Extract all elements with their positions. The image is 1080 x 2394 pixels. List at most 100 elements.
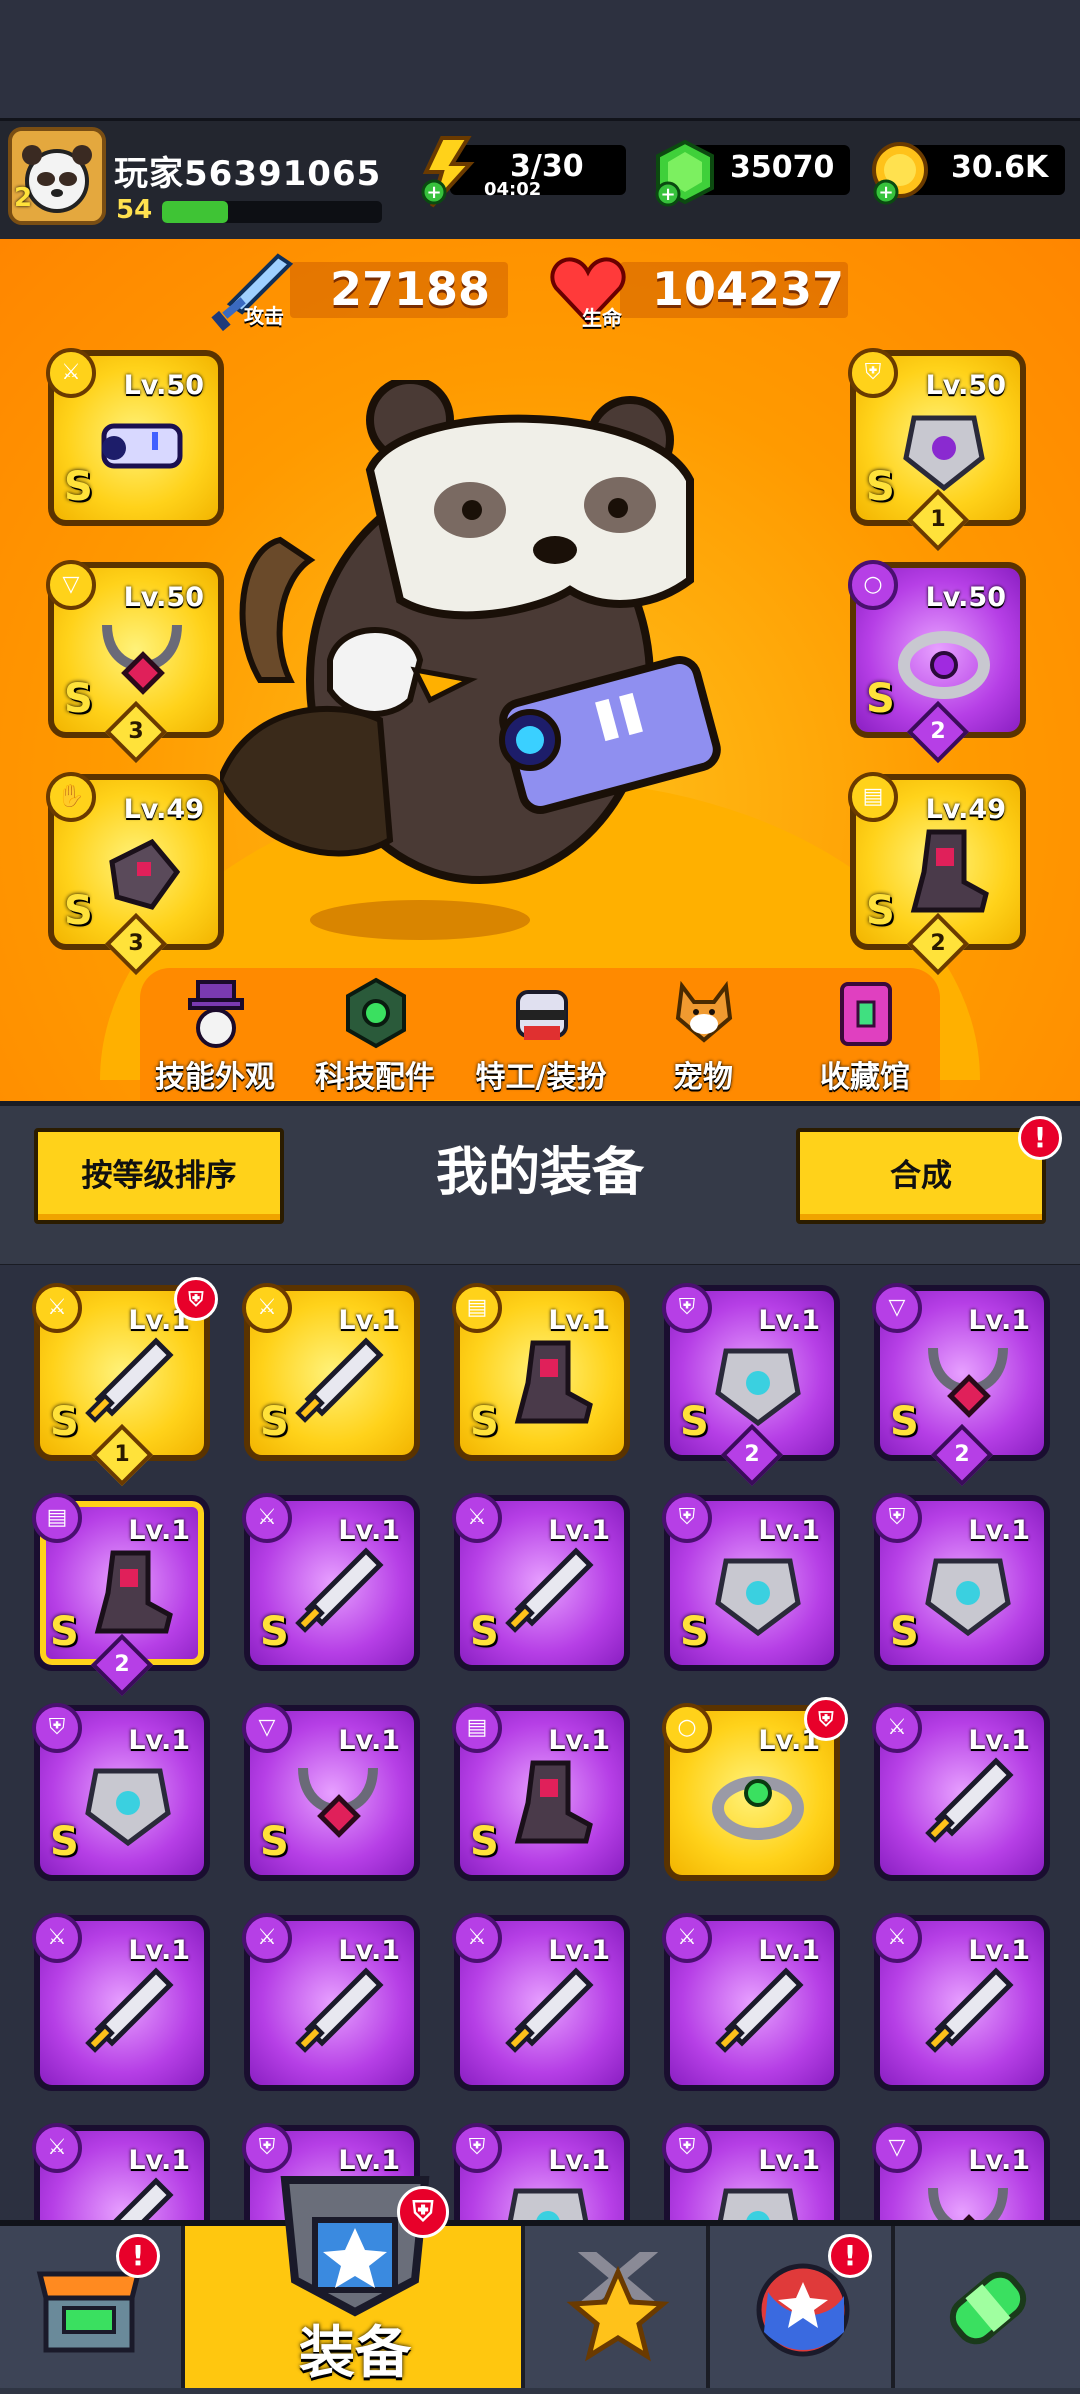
inventory-item[interactable]: ⚔ Lv.1 bbox=[32, 1913, 210, 2091]
sword-icon bbox=[498, 1963, 598, 2063]
inventory-item[interactable]: ⛨ Lv.1 S bbox=[872, 1493, 1050, 1671]
attack-sword-icon: 攻击 bbox=[208, 252, 298, 332]
armor-type-icon: ⛨ bbox=[662, 1493, 712, 1543]
inventory-item[interactable]: ▽ Lv.1 bbox=[872, 2123, 1050, 2220]
energy-timer: 04:02 bbox=[484, 179, 542, 200]
inventory-item[interactable]: ⚔ Lv.1 S bbox=[242, 1493, 420, 1671]
gold-coin-icon[interactable]: + bbox=[868, 140, 932, 206]
tech-part-icon bbox=[346, 977, 406, 1049]
energy-icon[interactable]: + bbox=[418, 136, 478, 208]
necklace-type-icon: ▽ bbox=[242, 1703, 292, 1753]
inventory-item[interactable]: ▤ Lv.1 S bbox=[452, 1283, 630, 1461]
sword-type-icon: ⚔ bbox=[242, 1913, 292, 1963]
item-level: Lv.1 bbox=[548, 1725, 610, 1756]
player-avatar[interactable]: 2 bbox=[8, 127, 106, 225]
equipment-icon bbox=[280, 2176, 430, 2317]
gem-value: 35070 bbox=[730, 150, 835, 185]
gear-slot-necklace[interactable]: ▽ Lv.50 S 3 bbox=[46, 560, 224, 764]
item-grade: S bbox=[680, 1609, 709, 1655]
sword-type-icon: ⚔ bbox=[242, 1493, 292, 1543]
necklace-type-icon: ▽ bbox=[46, 560, 96, 610]
item-grade: S bbox=[890, 1609, 919, 1655]
item-level: Lv.1 bbox=[548, 1515, 610, 1546]
category-pets[interactable]: 宠物 bbox=[628, 968, 778, 1100]
hp-stat: 104237 bbox=[620, 262, 848, 318]
category-label: 技能外观 bbox=[155, 1060, 275, 1095]
sword-type-icon: ⚔ bbox=[32, 1913, 82, 1963]
sort-by-level-button[interactable]: 按等级排序 bbox=[34, 1128, 284, 1224]
boot-type-icon: ▤ bbox=[32, 1493, 82, 1543]
xp-bar-fill bbox=[162, 201, 228, 223]
nav-tab-shop[interactable]: ! bbox=[0, 2226, 185, 2388]
inventory-item[interactable]: ▤ Lv.1 S 2 bbox=[32, 1493, 210, 1697]
armor-icon bbox=[708, 2173, 808, 2220]
inventory-item[interactable]: ▤ Lv.1 S bbox=[452, 1703, 630, 1881]
armor-icon bbox=[708, 1543, 808, 1643]
armor-type-icon: ⛨ bbox=[848, 348, 898, 398]
inventory-item[interactable]: ⛨ Lv.1 S bbox=[32, 1703, 210, 1881]
inventory-item[interactable]: ⚔ Lv.1 S 1 ⛨ bbox=[32, 1277, 218, 1487]
necklace-type-icon: ▽ bbox=[872, 1283, 922, 1333]
nav-tab-evolution[interactable] bbox=[895, 2226, 1080, 2388]
nav-tab-battle[interactable] bbox=[525, 2226, 710, 2388]
boot-icon bbox=[910, 829, 989, 913]
category-collection[interactable]: 收藏馆 bbox=[790, 968, 940, 1100]
sword-icon bbox=[918, 1963, 1018, 2063]
gem-icon[interactable]: + bbox=[652, 138, 718, 208]
armor-icon bbox=[498, 2173, 598, 2220]
category-skill-skins[interactable]: 技能外观 bbox=[140, 968, 290, 1100]
nav-label-equipment: 装备 bbox=[299, 2321, 411, 2386]
inventory-item[interactable]: ⚔ Lv.1 S bbox=[452, 1493, 630, 1671]
ring-type-icon: ○ bbox=[662, 1703, 712, 1753]
inventory-item[interactable]: ⛨ Lv.1 bbox=[662, 2123, 840, 2220]
nav-tab-events[interactable]: ! bbox=[710, 2226, 895, 2388]
sword-type-icon: ⚔ bbox=[452, 1913, 502, 1963]
inventory-item[interactable]: ⚔ Lv.1 bbox=[872, 1913, 1050, 2091]
inventory-item[interactable]: ⚔ Lv.1 bbox=[452, 1913, 630, 2091]
category-tech-parts[interactable]: 科技配件 bbox=[300, 968, 450, 1100]
item-level: Lv.1 bbox=[128, 1935, 190, 1966]
inventory-item[interactable]: ⚔ Lv.1 bbox=[662, 1913, 840, 2091]
glove-type-icon: ✋ bbox=[46, 772, 96, 822]
armor-type-icon: ⛨ bbox=[662, 2123, 712, 2173]
gear-slot-gloves[interactable]: ✋ Lv.49 S 3 bbox=[46, 772, 224, 976]
gear-slot-weapon[interactable]: ⚔ Lv.50 S bbox=[46, 348, 224, 526]
inventory-item[interactable]: ○ Lv.1 ⛨ bbox=[662, 1697, 848, 1881]
gear-slot-armor[interactable]: ⛨ Lv.50 S 1 bbox=[848, 348, 1026, 552]
inventory-item[interactable]: ▽ Lv.1 S 2 bbox=[872, 1283, 1050, 1487]
item-grade: S bbox=[260, 1399, 289, 1445]
boot-type-icon: ▤ bbox=[452, 1703, 502, 1753]
inventory-item[interactable]: ⛨ Lv.1 S bbox=[662, 1493, 840, 1671]
category-agents[interactable]: 特工/装扮 bbox=[466, 968, 616, 1100]
inventory-item[interactable]: ⚔ Lv.1 bbox=[32, 2123, 210, 2220]
sword-icon bbox=[498, 1543, 598, 1643]
hero-character[interactable] bbox=[216, 376, 740, 940]
inventory-item[interactable]: ⚔ Lv.1 bbox=[872, 1703, 1050, 1881]
item-level: Lv.1 bbox=[968, 1305, 1030, 1336]
inventory-item[interactable]: ⚔ Lv.1 S bbox=[242, 1283, 420, 1461]
inventory-item[interactable]: ⚔ Lv.1 bbox=[242, 1913, 420, 2091]
item-level: Lv.1 bbox=[128, 2145, 190, 2176]
inventory-item[interactable]: ▽ Lv.1 S bbox=[242, 1703, 420, 1881]
necklace-type-icon: ▽ bbox=[872, 2123, 922, 2173]
gear-slot-boots[interactable]: ▤ Lv.49 S 2 bbox=[848, 772, 1026, 976]
item-level: Lv.1 bbox=[338, 1935, 400, 1966]
item-grade: S bbox=[50, 1819, 79, 1865]
merge-button[interactable]: 合成 bbox=[796, 1128, 1046, 1224]
inventory-item[interactable]: ⛨ Lv.1 S 2 bbox=[662, 1283, 840, 1487]
item-rank: 2 bbox=[930, 1423, 994, 1487]
armor-icon bbox=[918, 1543, 1018, 1643]
slot-grade: S bbox=[866, 888, 895, 934]
inventory-item[interactable]: ⛨ Lv.1 bbox=[452, 2123, 630, 2220]
category-label: 科技配件 bbox=[315, 1060, 435, 1095]
battle-icon bbox=[566, 2252, 670, 2362]
sword-icon bbox=[78, 2173, 178, 2220]
item-grade: S bbox=[470, 1819, 499, 1865]
agent-costume-icon bbox=[516, 990, 568, 1040]
equipment-new-badge: ⛨ bbox=[397, 2186, 449, 2238]
item-grade: S bbox=[890, 1399, 919, 1445]
slot-level: Lv.50 bbox=[925, 582, 1006, 613]
item-rank: 2 bbox=[720, 1423, 784, 1487]
item-level: Lv.1 bbox=[128, 1515, 190, 1546]
gear-slot-ring[interactable]: ○ Lv.50 S 2 bbox=[848, 560, 1026, 764]
